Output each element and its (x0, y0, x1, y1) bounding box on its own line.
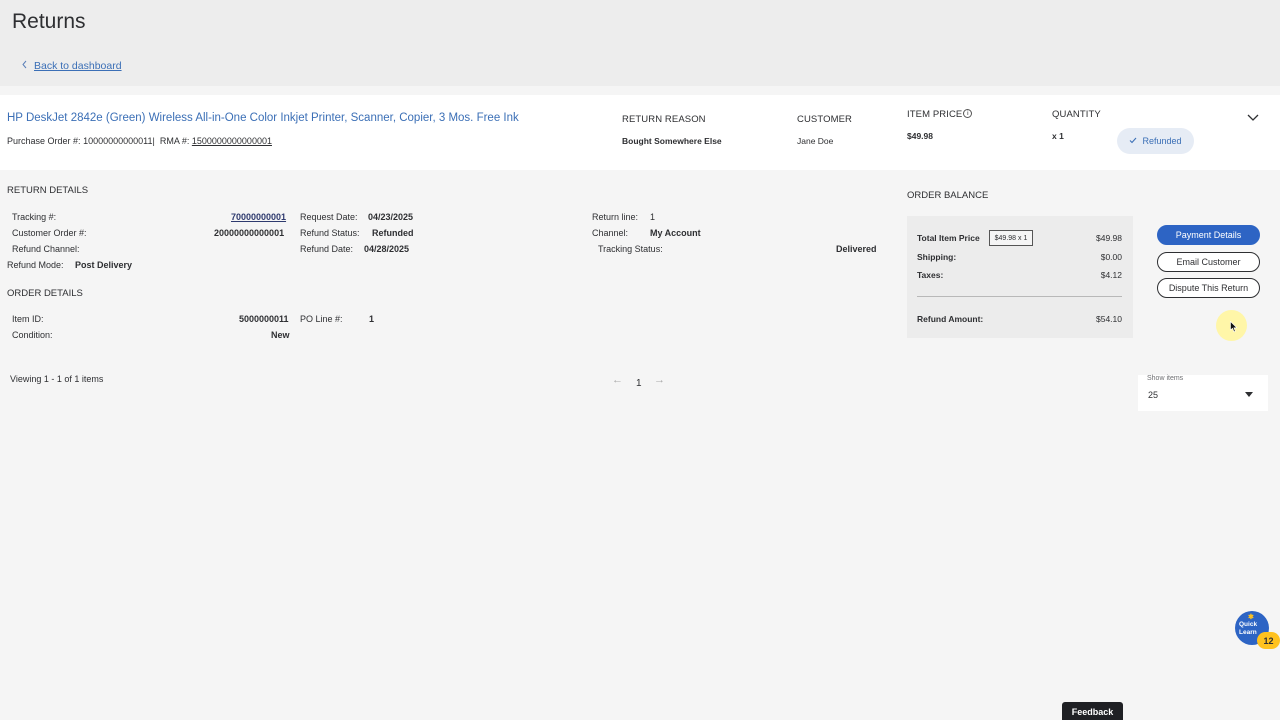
item-id-label: Item ID: (12, 314, 44, 324)
info-icon[interactable]: i (963, 109, 973, 118)
check-icon (1129, 136, 1137, 146)
price-quantity-tag: $49.98 x 1 (989, 230, 1033, 246)
po-label: Purchase Order #: (7, 136, 81, 146)
page-title: Returns (12, 10, 86, 33)
quantity-label: QUANTITY (1052, 109, 1101, 120)
item-price-value: $49.98 (907, 131, 933, 141)
item-price-label: ITEM PRICE (907, 109, 963, 120)
tracking-status-label: Tracking Status: (598, 244, 663, 254)
po-line-label: PO Line #: (300, 314, 343, 324)
arrow-right-icon[interactable]: → (654, 374, 665, 386)
order-details-heading: ORDER DETAILS (7, 288, 83, 299)
channel-label: Channel: (592, 228, 629, 238)
shipping-label: Shipping: (917, 252, 957, 262)
request-date-label: Request Date: (300, 212, 358, 222)
back-to-dashboard-link[interactable]: Back to dashboard (21, 60, 122, 72)
request-date-value: 04/23/2025 (368, 212, 414, 222)
tracking-link[interactable]: 70000000001 (231, 212, 286, 222)
refund-status-value: Refunded (372, 228, 414, 238)
rma-link[interactable]: 1500000000000001 (192, 136, 272, 146)
viewing-count: Viewing 1 - 1 of 1 items (10, 374, 104, 384)
po-value: 10000000000011 (83, 136, 153, 146)
taxes-label: Taxes: (917, 270, 944, 280)
return-details-heading: RETURN DETAILS (7, 185, 89, 196)
page-number[interactable]: 1 (636, 378, 642, 389)
return-line-value: 1 (650, 212, 656, 222)
customer-value: Jane Doe (797, 136, 834, 146)
page-header: Returns Back to dashboard (0, 0, 1280, 86)
item-price-label-wrap: ITEM PRICE i (907, 109, 973, 120)
customer-order-value: 20000000000001 (214, 228, 285, 238)
return-item-card: HP DeskJet 2842e (Green) Wireless All-in… (0, 95, 1280, 170)
balance-divider (917, 296, 1122, 297)
mouse-pointer-icon (1230, 320, 1238, 335)
item-id-value: 5000000011 (239, 314, 289, 324)
tracking-status-value: Delivered (836, 244, 877, 254)
refund-mode-value: Post Delivery (75, 260, 133, 270)
feedback-button[interactable]: Feedback (1062, 702, 1123, 720)
return-line-label: Return line: (592, 212, 639, 222)
show-items-value: 25 (1148, 390, 1159, 400)
refund-date-value: 04/28/2025 (364, 244, 410, 254)
payment-details-button[interactable]: Payment Details (1157, 225, 1260, 245)
tracking-label: Tracking #: (12, 212, 57, 222)
customer-order-label: Customer Order #: (12, 228, 87, 238)
show-items-select[interactable]: Show items 25 (1138, 375, 1268, 411)
condition-label: Condition: (12, 330, 53, 340)
spark-icon: ✱ (1248, 614, 1254, 621)
back-link-label[interactable]: Back to dashboard (34, 60, 122, 72)
refund-amount-value: $54.10 (1096, 314, 1122, 324)
quantity-value: x 1 (1052, 131, 1064, 141)
separator: | (152, 136, 155, 146)
refund-channel-label: Refund Channel: (12, 244, 80, 254)
po-line-value: 1 (369, 314, 375, 324)
taxes-value: $4.12 (1100, 270, 1122, 280)
arrow-left-icon[interactable]: ← (612, 374, 623, 386)
refund-amount-label: Refund Amount: (917, 314, 984, 324)
channel-value: My Account (650, 228, 701, 238)
order-balance-panel: Total Item Price $49.98 x 1 $49.98 Shipp… (907, 216, 1133, 338)
total-item-price-label: Total Item Price (917, 233, 980, 243)
dispute-return-button[interactable]: Dispute This Return (1157, 278, 1260, 298)
status-badge: Refunded (1117, 128, 1194, 154)
status-label: Refunded (1142, 136, 1182, 146)
quick-learn-badge: 12 (1257, 632, 1280, 649)
show-items-label: Show items (1147, 375, 1184, 382)
return-reason-value: Bought Somewhere Else (622, 136, 722, 146)
purchase-order-line: Purchase Order #: 10000000000011| RMA #:… (7, 136, 272, 146)
caret-down-icon (1245, 392, 1253, 397)
refund-date-label: Refund Date: (300, 244, 354, 254)
order-balance-heading: ORDER BALANCE (907, 190, 989, 201)
rma-label: RMA #: (159, 136, 190, 146)
chevron-left-icon (21, 60, 28, 72)
refund-status-label: Refund Status: (300, 228, 360, 238)
total-item-price-value: $49.98 (1096, 233, 1122, 243)
condition-value: New (271, 330, 290, 340)
customer-label: CUSTOMER (797, 114, 852, 125)
return-reason-label: RETURN REASON (622, 114, 706, 125)
refund-mode-label: Refund Mode: (7, 260, 64, 270)
product-title-link[interactable]: HP DeskJet 2842e (Green) Wireless All-in… (7, 112, 519, 124)
chevron-down-icon[interactable] (1246, 110, 1260, 124)
email-customer-button[interactable]: Email Customer (1157, 252, 1260, 272)
shipping-value: $0.00 (1100, 252, 1122, 262)
